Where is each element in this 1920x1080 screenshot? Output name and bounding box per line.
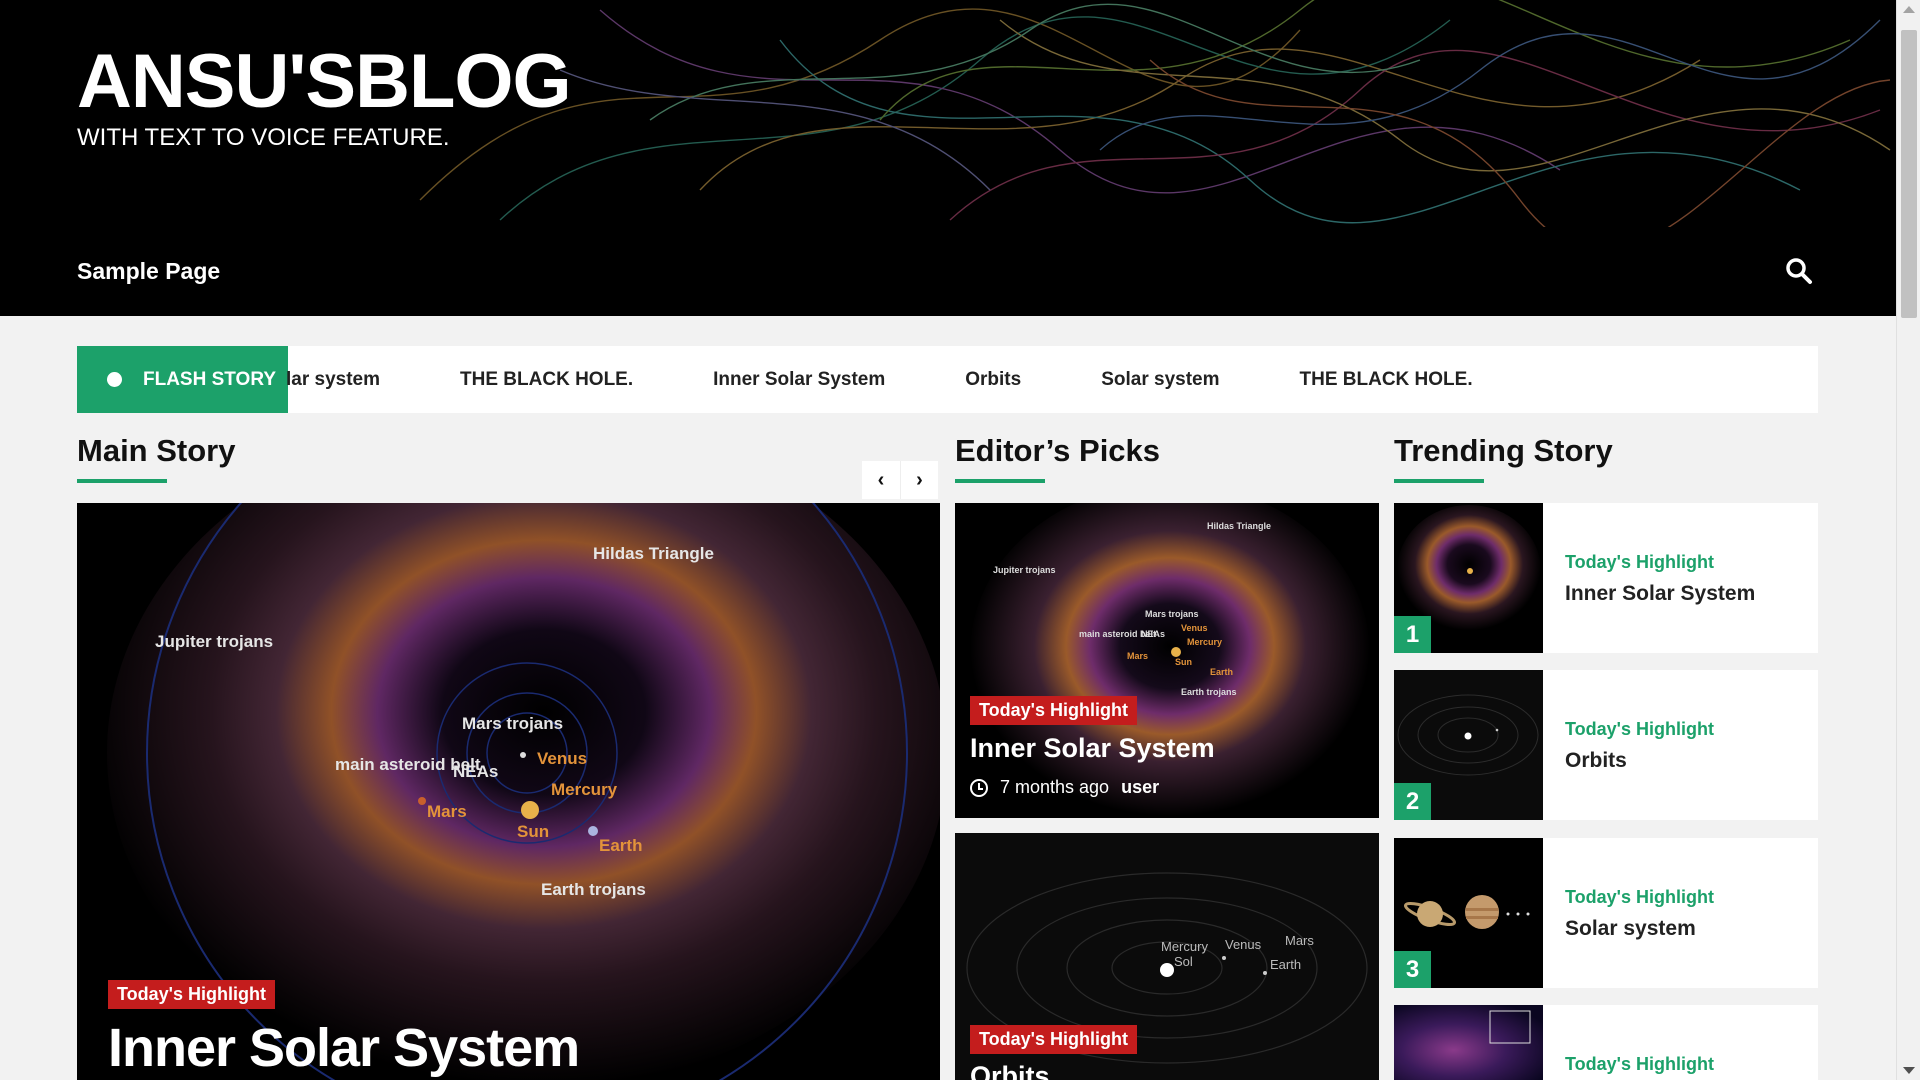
image-label: Earth [1270,957,1301,972]
trending-thumbnail[interactable]: 1 [1394,503,1543,653]
image-label: main asteroid belt [1079,629,1156,639]
trending-item[interactable]: 3 Today's Highlight Solar system [1394,838,1818,988]
trending-item[interactable]: 2 Today's Highlight Orbits [1394,670,1818,820]
image-label: Venus [537,749,587,768]
image-label: Mars trojans [462,714,563,733]
post-meta: 7 months ago user [970,777,1159,798]
image-label: Venus [1225,937,1262,952]
ticker-link[interactable]: THE BLACK HOLE. [1300,369,1473,391]
trending-item[interactable]: 1 Today's Highlight Inner Solar System [1394,503,1818,653]
nav-item-sample-page[interactable]: Sample Page [77,258,220,285]
trending-category[interactable]: Today's Highlight [1565,1054,1714,1075]
trending-story-heading: Trending Story [1394,433,1613,468]
image-label: Mercury [1161,939,1208,954]
editors-pick-card[interactable]: Hildas Triangle Jupiter trojans Mars tro… [955,503,1379,818]
category-badge[interactable]: Today's Highlight [970,1025,1137,1054]
category-badge[interactable]: Today's Highlight [970,696,1137,725]
image-label: Venus [1181,623,1208,633]
image-label: Sun [1175,657,1192,667]
trending-title[interactable]: Orbits [1565,749,1627,773]
trending-category[interactable]: Today's Highlight [1565,719,1714,740]
trending-thumbnail[interactable] [1394,1005,1543,1080]
ticker-link[interactable]: Inner Solar System [713,369,885,391]
image-label: Hildas Triangle [1207,521,1271,531]
live-dot-icon [107,372,122,387]
trending-item[interactable]: Today's Highlight [1394,1005,1818,1080]
flash-story-text: FLASH STORY [143,368,277,390]
main-story-title[interactable]: Inner Solar System [108,1017,580,1079]
image-label: Hildas Triangle [593,544,714,563]
chevron-right-icon[interactable]: › [900,461,938,499]
scroll-down-arrow-icon[interactable] [1903,1067,1915,1074]
image-label: Earth trojans [541,880,646,899]
trending-rank: 1 [1394,616,1431,653]
flash-story-label: FLASH STORY [77,346,288,413]
editors-pick-card[interactable]: Mercury Venus Mars Sol Earth Today's Hig… [955,833,1379,1080]
image-label: Mercury [1187,637,1222,647]
trending-category[interactable]: Today's Highlight [1565,552,1714,573]
category-badge[interactable]: Today's Highlight [108,980,275,1009]
main-story-card[interactable]: Hildas Triangle Jupiter trojans Mars tro… [77,503,940,1080]
image-label: Earth trojans [1181,687,1237,697]
trending-thumbnail[interactable]: 2 [1394,670,1543,820]
trending-title[interactable]: Solar system [1565,917,1696,941]
image-label: Mars [427,802,467,821]
image-label: Jupiter trojans [155,632,273,651]
trending-title[interactable]: Inner Solar System [1565,582,1755,606]
trending-rank: 2 [1394,783,1431,820]
scrollbar-thumb[interactable] [1901,30,1917,318]
editors-pick-title[interactable]: Orbits [970,1061,1050,1080]
trending-story-underline [1394,479,1484,483]
site-title[interactable]: ANSU'SBLOG [77,38,572,125]
editors-picks-heading: Editor’s Picks [955,433,1161,468]
image-label: Mars [1285,933,1314,948]
main-story-slider-nav: ‹ › [862,461,938,499]
trending-thumbnail[interactable]: 3 [1394,838,1543,988]
image-label: Sun [517,822,549,841]
image-label: NEAs [453,762,498,781]
ticker-link[interactable]: Solar system [1101,369,1219,391]
chevron-left-icon[interactable]: ‹ [862,461,900,499]
image-label: Earth [599,836,642,855]
page-scrollbar[interactable] [1896,0,1920,1080]
image-label: Mars [1127,651,1148,661]
nebula-thumbnail [1394,1005,1543,1080]
post-time[interactable]: 7 months ago [1000,777,1109,798]
editors-picks-underline [955,479,1045,483]
image-label: Earth [1210,667,1233,677]
trending-rank: 3 [1394,951,1431,988]
image-label: Jupiter trojans [993,565,1056,575]
main-story-underline [77,479,167,483]
search-icon[interactable] [1784,256,1814,286]
asteroid-belt-thumbnail: Hildas Triangle Jupiter trojans Mars tro… [955,503,1379,818]
image-label: Mars trojans [1145,609,1199,619]
ticker-items: lar system THE BLACK HOLE. Inner Solar S… [286,346,1553,413]
main-story-heading: Main Story [77,433,236,468]
ticker-link[interactable]: Orbits [965,369,1021,391]
ticker-link[interactable]: THE BLACK HOLE. [460,369,633,391]
ticker-link[interactable]: lar system [286,369,380,391]
flash-story-ticker: FLASH STORY lar system THE BLACK HOLE. I… [77,346,1818,413]
scroll-up-arrow-icon[interactable] [1903,6,1915,13]
image-label: Mercury [551,780,618,799]
main-navbar [0,227,1896,316]
clock-icon [970,778,988,797]
trending-category[interactable]: Today's Highlight [1565,887,1714,908]
image-label: Sol [1174,954,1193,969]
site-header: ANSU'SBLOG WITH TEXT TO VOICE FEATURE. [0,0,1896,227]
site-tagline: WITH TEXT TO VOICE FEATURE. [77,124,450,151]
post-author[interactable]: user [1121,777,1159,798]
editors-pick-title[interactable]: Inner Solar System [970,733,1215,764]
